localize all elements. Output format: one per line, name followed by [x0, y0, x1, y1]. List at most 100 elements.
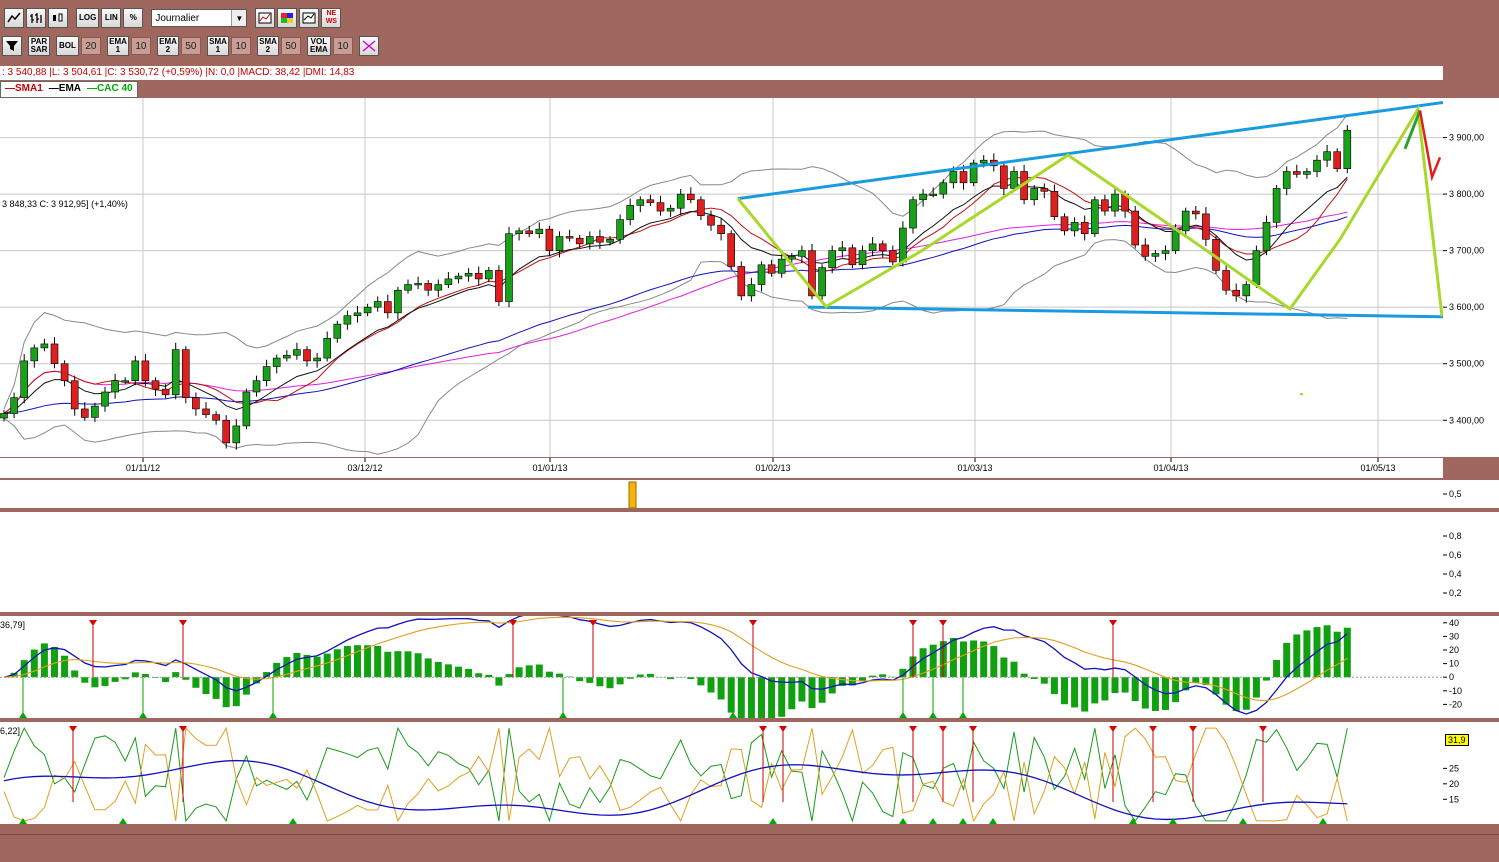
- compare-button[interactable]: [299, 8, 320, 28]
- sell-signal-marker: [1109, 620, 1117, 626]
- date-tick-label: 01/11/12: [126, 463, 160, 473]
- macd-histogram-bar: [1061, 677, 1068, 705]
- lin-button[interactable]: LIN: [101, 8, 122, 28]
- macd-tick-label: -20: [1449, 699, 1462, 709]
- macd-histogram-bar: [1252, 677, 1260, 698]
- macd-histogram-bar: [192, 677, 200, 688]
- candle: [616, 214, 624, 244]
- sma1-value[interactable]: 10: [230, 37, 251, 55]
- filter-icon[interactable]: [2, 36, 22, 56]
- macd-histogram-bar: [1111, 677, 1119, 694]
- date-tick-label: 01/02/13: [755, 463, 790, 473]
- candle: [969, 159, 978, 187]
- ema1-value[interactable]: 10: [130, 37, 151, 55]
- ema2-value[interactable]: 50: [180, 37, 201, 55]
- macd-histogram-bar: [131, 672, 139, 678]
- candle: [858, 245, 867, 270]
- candle: [212, 411, 220, 425]
- ema1-button[interactable]: EMA 1: [106, 36, 129, 56]
- candle: [626, 198, 635, 226]
- macd-histogram-bar: [1141, 677, 1149, 709]
- candle: [1040, 183, 1049, 199]
- macd-histogram-bar: [960, 641, 967, 678]
- dmi-buy-marker: [769, 818, 777, 824]
- dmi-buy-marker: [959, 818, 967, 824]
- sma2-button[interactable]: SMA 2: [256, 36, 279, 56]
- bol-button[interactable]: BOL: [56, 36, 79, 56]
- candle: [293, 342, 301, 360]
- candle: [1101, 194, 1109, 216]
- candle: [1181, 207, 1190, 236]
- percent-button[interactable]: %: [123, 8, 144, 28]
- info-line: : 3 540,88 |L: 3 504,61 |C: 3 530,72 (+0…: [0, 66, 1443, 80]
- macd-histogram-bar: [1151, 677, 1159, 711]
- macd-tick-label: 0: [1449, 672, 1454, 682]
- candle: [1111, 187, 1119, 217]
- volema-value[interactable]: 10: [332, 37, 353, 55]
- tick-0-8: 0,8: [1449, 531, 1462, 541]
- dmi-tick-label: 20: [1449, 779, 1459, 789]
- macd-histogram-bar: [697, 677, 705, 686]
- legend-sma1: —SMA1: [5, 83, 43, 94]
- dmi-last-value: 31,9: [1445, 734, 1469, 746]
- sma2-value[interactable]: 50: [280, 37, 301, 55]
- candle: [232, 419, 241, 450]
- toolbar-row-1: LOG LIN % Journalier ▼ NE WS: [4, 8, 342, 28]
- log-button[interactable]: LOG: [76, 8, 100, 28]
- candle: [1030, 185, 1038, 206]
- candle: [1333, 148, 1341, 173]
- candle: [1232, 283, 1240, 302]
- candle: [10, 392, 18, 418]
- candle: [171, 342, 180, 400]
- ohlc-readout: 3 848,33 C: 3 912,95] (+1,40%): [2, 199, 128, 209]
- candle: [60, 360, 69, 387]
- macd-histogram-bar: [475, 673, 483, 678]
- candle: [676, 189, 685, 216]
- candle: [151, 377, 160, 396]
- volema-button[interactable]: VOL EMA: [306, 36, 331, 56]
- macd-histogram-bar: [515, 667, 523, 678]
- candle: [1151, 250, 1160, 262]
- line-chart-button[interactable]: [4, 8, 24, 28]
- zigzag-line: [736, 104, 1443, 317]
- macd-histogram-bar: [40, 643, 48, 678]
- macd-histogram-bar: [1101, 677, 1109, 701]
- drawing-tool-button[interactable]: [358, 36, 379, 56]
- candle: [939, 179, 948, 199]
- bar-chart-button[interactable]: [26, 8, 46, 28]
- macd-histogram-bar: [646, 673, 654, 678]
- candle: [868, 237, 877, 257]
- macd-histogram-bar: [818, 677, 826, 703]
- period-select[interactable]: Journalier ▼: [151, 9, 248, 27]
- macd-panel: 36,79]: [0, 611, 1443, 733]
- candle: [1313, 155, 1321, 178]
- price-panel[interactable]: 3 848,33 C: 3 912,95] (+1,40%): [0, 98, 1443, 457]
- dmi-axis: 25 20 15 31,9: [1443, 722, 1499, 824]
- candle: [242, 388, 251, 430]
- macd-histogram-bar: [596, 677, 604, 687]
- dmi-sell-marker: [779, 726, 787, 732]
- candle: [464, 268, 473, 282]
- macd-histogram-bar: [434, 661, 442, 678]
- macd-histogram-bar: [1293, 634, 1301, 678]
- candle-chart-button[interactable]: [48, 8, 68, 28]
- ema2-button[interactable]: EMA 2: [156, 36, 179, 56]
- buy-signal-marker: [559, 712, 567, 718]
- parsar-button[interactable]: PAR SAR: [28, 36, 50, 56]
- buy-signal-marker: [929, 712, 937, 718]
- dmi-buy-marker: [929, 818, 937, 824]
- adx-line: [3, 759, 1348, 821]
- candle: [1343, 125, 1352, 174]
- candle: [1252, 245, 1261, 288]
- indicator-window-button[interactable]: [255, 8, 276, 28]
- sma1-button[interactable]: SMA 1: [206, 36, 229, 56]
- price-chart: [0, 98, 1443, 457]
- candle: [1222, 265, 1230, 295]
- macd-histogram-bar: [293, 652, 301, 678]
- news-button[interactable]: NE WS: [321, 8, 342, 28]
- bol-value[interactable]: 20: [80, 37, 101, 55]
- candle: [757, 261, 766, 292]
- tick-0-2: 0,2: [1449, 588, 1462, 598]
- macd-histogram-bar: [404, 651, 412, 678]
- color-settings-button[interactable]: [277, 8, 298, 28]
